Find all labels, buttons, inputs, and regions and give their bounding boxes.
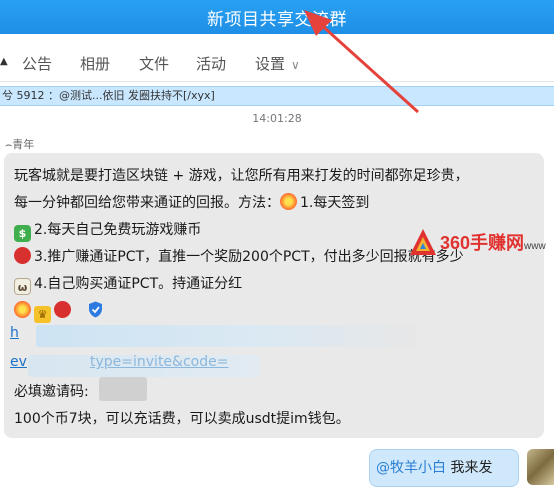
- message-line-4: 3.推广赚通证PCT，直推一个奖励200个PCT，付出多少回报就有多少: [14, 246, 464, 266]
- watermark: 360手赚网www: [408, 225, 554, 259]
- collision-emoji-icon: [14, 301, 31, 318]
- message-bubble[interactable]: 玩客城就是要打造区块链 + 游戏，让您所有用来打发的时间都弥足珍贵， 每一分钟都…: [4, 153, 544, 438]
- message-emoji-row: ♛: [14, 301, 103, 323]
- my-reply-bubble[interactable]: @牧羊小白 我来发: [369, 449, 519, 487]
- group-title: 新项目共享交流群: [207, 10, 347, 30]
- shield-icon[interactable]: [88, 301, 103, 318]
- link-fragment[interactable]: ev: [10, 354, 27, 370]
- watermark-logo-icon: [410, 229, 436, 255]
- tab-settings[interactable]: 设置 ∨: [255, 53, 300, 74]
- reply-text: 我来发: [450, 460, 493, 476]
- dancer-emoji-icon: [54, 301, 71, 318]
- message-line-last: 100个币7块，可以充话费，可以卖成usdt提im钱包。: [14, 411, 350, 427]
- money-emoji-icon: $: [14, 225, 31, 242]
- tab-files[interactable]: 文件: [139, 53, 169, 74]
- group-tabs: 公告 相册 文件 活动 设置 ∨: [0, 34, 554, 82]
- blurred-link-region: [36, 325, 416, 347]
- cow-emoji-icon: ω: [14, 278, 31, 295]
- message-line-5: ω 4.自己购买通证PCT。持通证分红: [14, 273, 242, 295]
- blurred-invite-code: [99, 377, 147, 401]
- collision-emoji-icon: [280, 193, 297, 210]
- link-fragment[interactable]: h: [10, 325, 19, 341]
- tab-settings-label: 设置: [255, 55, 286, 73]
- message-line-1: 玩客城就是要打造区块链 + 游戏，让您所有用来打发的时间都弥足珍贵，: [14, 168, 469, 184]
- sidebar-edge-icon[interactable]: ▲: [0, 57, 8, 69]
- watermark-text: 360手赚网www: [440, 233, 546, 253]
- message-line-3: $2.每天自己免费玩游戏赚币: [14, 219, 201, 242]
- tab-album[interactable]: 相册: [80, 53, 110, 74]
- invite-code-line: 必填邀请码:: [14, 384, 89, 400]
- avatar[interactable]: [527, 449, 554, 485]
- message-line-2: 每一分钟都回给您带来通证的回报。方法： 1.每天签到: [14, 193, 370, 211]
- message-timestamp: 14:01:28: [252, 112, 302, 125]
- chevron-down-icon: ∨: [291, 58, 300, 72]
- tab-announcement[interactable]: 公告: [22, 53, 52, 74]
- link-fragment[interactable]: type=invite&code=: [90, 354, 228, 370]
- crown-emoji-icon: ♛: [34, 306, 51, 323]
- reply-mention[interactable]: @牧羊小白: [376, 460, 446, 476]
- scrolling-notice[interactable]: 兮 5912 ：@测试...依旧 发圈扶持不[/xyx]: [0, 86, 554, 106]
- sender-name: ⌢青年: [5, 138, 35, 151]
- title-bar: 新项目共享交流群: [0, 0, 554, 34]
- dancer-emoji-icon: [14, 247, 31, 264]
- tab-activity[interactable]: 活动: [196, 53, 226, 74]
